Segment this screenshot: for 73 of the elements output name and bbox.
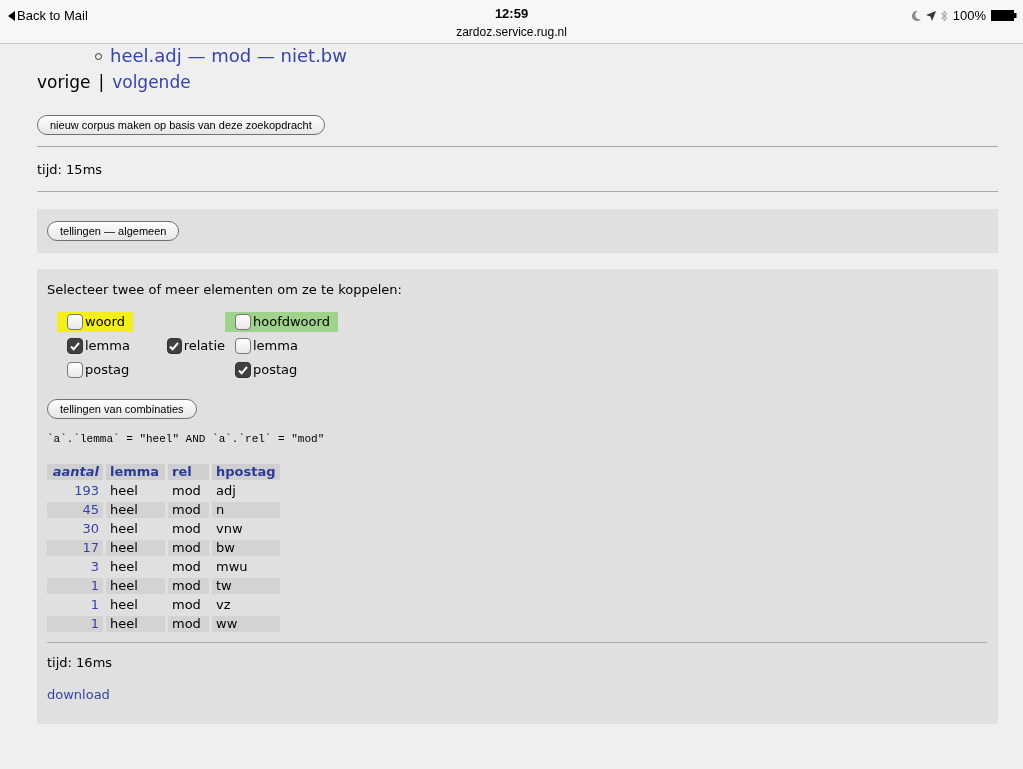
- column-header[interactable]: lemma: [106, 464, 165, 480]
- table-cell: tw: [212, 578, 280, 594]
- table-cell-text: vnw: [215, 521, 244, 537]
- table-cell: mod: [168, 616, 209, 632]
- table-cell: heel: [106, 578, 165, 594]
- table-cell-text: mod: [171, 597, 202, 613]
- table-cell-text: mod: [171, 521, 202, 537]
- table-cell: mod: [168, 502, 209, 518]
- table-cell: 45: [47, 502, 103, 518]
- table-cell-text: heel: [109, 559, 139, 575]
- time-label: tijd: 16ms: [47, 654, 114, 672]
- table-cell-text: mod: [171, 559, 202, 575]
- option-label: lemma: [253, 336, 298, 355]
- option-label: postag: [85, 360, 130, 379]
- highlighted-option[interactable]: hoofdwoord: [225, 311, 338, 332]
- checkbox[interactable]: [235, 361, 251, 378]
- checkbox[interactable]: [235, 313, 251, 330]
- checkbox[interactable]: [67, 337, 83, 354]
- table-cell-text: adj: [215, 483, 237, 499]
- table-cell: heel: [106, 616, 165, 632]
- back-icon: [8, 10, 15, 21]
- option-label: postag: [253, 360, 298, 379]
- column-header[interactable]: aantal: [47, 464, 103, 480]
- table-cell-text: heel: [109, 521, 139, 537]
- query-text: `a`.`lemma` = "heel" AND `a`.`rel` = "mod": [47, 431, 326, 447]
- table-cell-text: mod: [171, 483, 202, 499]
- table-cell-text: vz: [215, 597, 232, 613]
- moon-icon: [911, 10, 921, 21]
- back-link[interactable]: Back to Mail: [17, 6, 88, 26]
- option-label: relatie: [183, 336, 225, 355]
- table-cell: n: [212, 502, 280, 518]
- column-header[interactable]: hpostag: [212, 464, 280, 480]
- table-cell: 17: [47, 540, 103, 556]
- table-cell: bw: [212, 540, 280, 556]
- separator: |: [98, 71, 105, 94]
- table-cell-text: mwu: [215, 559, 249, 575]
- option-label: hoofdwoord: [253, 312, 330, 331]
- clock: 12:59: [494, 5, 529, 22]
- column-header[interactable]: rel: [168, 464, 209, 480]
- table-cell: 1: [47, 616, 103, 632]
- checkbox[interactable]: [67, 313, 83, 330]
- bluetooth-icon: [940, 9, 948, 22]
- table-cell-text: 193: [73, 483, 100, 499]
- table-cell: mod: [168, 540, 209, 556]
- instruction-text: Selecteer twee of meer elementen om ze te koppelen:: [47, 281, 403, 299]
- option-label: woord: [85, 312, 125, 331]
- checkbox[interactable]: [67, 361, 83, 378]
- table-cell-text: 3: [89, 559, 100, 575]
- table-cell: 1: [47, 578, 103, 594]
- table-cell: heel: [106, 502, 165, 518]
- previous-label: vorige: [37, 71, 91, 94]
- table-cell-text: heel: [109, 483, 139, 499]
- table-cell: mod: [168, 578, 209, 594]
- checkbox[interactable]: [235, 337, 251, 354]
- table-cell-text: 1: [89, 597, 100, 613]
- battery-icon: [991, 10, 1017, 22]
- general-counts-button[interactable]: tellingen — algemeen: [47, 221, 180, 241]
- result-link[interactable]: heel.adj — mod — niet.bw: [110, 47, 347, 65]
- table-cell: ww: [212, 616, 280, 632]
- download-link[interactable]: download: [47, 684, 110, 704]
- url[interactable]: zardoz.service.rug.nl: [456, 24, 567, 40]
- time-label: tijd: 15ms: [37, 160, 104, 179]
- new-corpus-button[interactable]: nieuw corpus maken op basis van deze zoekopdracht: [37, 114, 325, 135]
- table-cell-text: 30: [81, 521, 100, 537]
- option-label: lemma: [85, 336, 130, 355]
- highlighted-option[interactable]: woord: [57, 311, 133, 332]
- checkbox[interactable]: [167, 337, 182, 354]
- combination-counts-button[interactable]: tellingen van combinaties: [47, 398, 197, 419]
- battery-percent: 100%: [952, 7, 986, 25]
- location-arrow-icon: [925, 10, 936, 21]
- table-cell: heel: [106, 540, 165, 556]
- table-cell-text: heel: [109, 597, 139, 613]
- next-link[interactable]: volgende: [112, 70, 191, 96]
